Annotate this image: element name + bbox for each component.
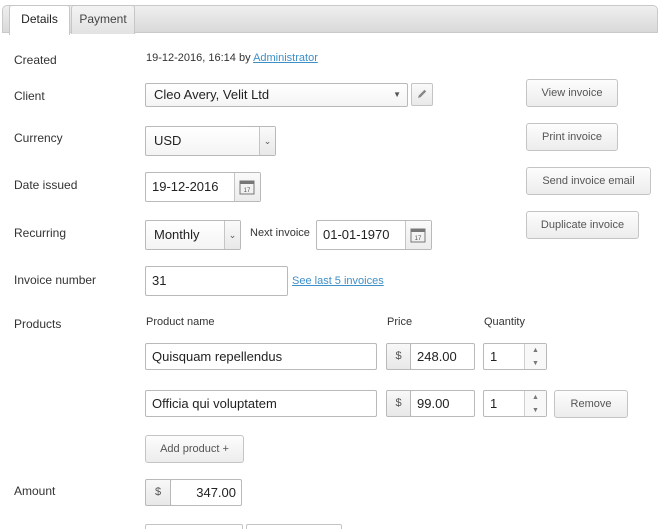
svg-text:17: 17	[415, 236, 422, 242]
amount-currency-addon: $	[145, 479, 171, 506]
client-select[interactable]: Cleo Avery, Velit Ltd ▼	[145, 83, 408, 107]
pencil-icon	[418, 89, 427, 98]
currency-addon: $	[386, 343, 411, 370]
edit-client-button[interactable]	[411, 83, 433, 106]
products-label: Products	[14, 317, 62, 331]
next-invoice-input[interactable]: 01-01-1970 17	[316, 220, 432, 250]
product-price-input[interactable]: 248.00	[410, 343, 475, 370]
chevron-down-icon: ▼	[393, 90, 401, 99]
quantity-header: Quantity	[484, 316, 525, 328]
tab-details[interactable]: Details	[9, 5, 70, 35]
calendar-icon[interactable]: 17	[234, 173, 260, 201]
price-header: Price	[387, 316, 413, 328]
quantity-value: 1	[490, 349, 498, 364]
remove-product-button[interactable]: Remove	[554, 390, 628, 418]
chevron-up-icon[interactable]: ▲	[525, 344, 546, 357]
currency-select[interactable]: USD ⌄	[145, 126, 276, 156]
chevron-down-icon[interactable]: ▼	[525, 404, 546, 417]
cutoff-field[interactable]	[246, 524, 342, 529]
client-label: Client	[14, 89, 45, 103]
cutoff-field[interactable]	[145, 524, 243, 529]
product-name-input[interactable]: Quisquam repellendus	[145, 343, 377, 370]
created-date: 19-12-2016, 16:14	[146, 52, 236, 64]
product-name-input[interactable]: Officia qui voluptatem	[145, 390, 377, 417]
recurring-label: Recurring	[14, 226, 67, 240]
date-issued-label: Date issued	[14, 178, 78, 192]
send-invoice-email-button[interactable]: Send invoice email	[526, 167, 651, 195]
svg-text:17: 17	[244, 188, 251, 194]
product-price-input[interactable]: 99.00	[410, 390, 475, 417]
last-invoices-link[interactable]: See last 5 invoices	[292, 275, 384, 287]
created-by: by	[238, 52, 251, 64]
amount-label: Amount	[14, 484, 56, 498]
view-invoice-button[interactable]: View invoice	[526, 79, 618, 107]
chevron-down-icon: ⌄	[224, 221, 240, 249]
quantity-stepper[interactable]: 1 ▲ ▼	[483, 390, 547, 417]
next-invoice-value: 01-01-1970	[323, 227, 390, 242]
created-info: 19-12-2016, 16:14 by Administrator	[146, 52, 318, 64]
date-issued-value: 19-12-2016	[152, 179, 219, 194]
stepper-arrows[interactable]: ▲ ▼	[524, 391, 546, 416]
chevron-down-icon[interactable]: ▼	[525, 357, 546, 370]
product-name-header: Product name	[146, 316, 215, 328]
currency-addon: $	[386, 390, 411, 417]
created-label: Created	[14, 53, 57, 67]
add-product-button[interactable]: Add product +	[145, 435, 244, 463]
next-invoice-label: Next invoice	[250, 227, 310, 239]
print-invoice-button[interactable]: Print invoice	[526, 123, 618, 151]
recurring-select[interactable]: Monthly ⌄	[145, 220, 241, 250]
currency-label: Currency	[14, 131, 63, 145]
calendar-icon[interactable]: 17	[405, 221, 431, 249]
chevron-down-icon: ⌄	[259, 127, 275, 155]
amount-input[interactable]: 347.00	[170, 479, 242, 506]
quantity-stepper[interactable]: 1 ▲ ▼	[483, 343, 547, 370]
client-value: Cleo Avery, Velit Ltd	[154, 87, 270, 102]
quantity-value: 1	[490, 396, 498, 411]
duplicate-invoice-button[interactable]: Duplicate invoice	[526, 211, 639, 239]
chevron-up-icon[interactable]: ▲	[525, 391, 546, 404]
recurring-value: Monthly	[154, 227, 200, 242]
currency-value: USD	[154, 133, 182, 148]
date-issued-input[interactable]: 19-12-2016 17	[145, 172, 261, 202]
invoice-number-input[interactable]: 31	[145, 266, 288, 296]
tab-payment[interactable]: Payment	[71, 5, 135, 34]
created-user-link[interactable]: Administrator	[253, 52, 318, 64]
stepper-arrows[interactable]: ▲ ▼	[524, 344, 546, 369]
invoice-number-value: 31	[152, 273, 167, 288]
invoice-number-label: Invoice number	[14, 273, 97, 287]
